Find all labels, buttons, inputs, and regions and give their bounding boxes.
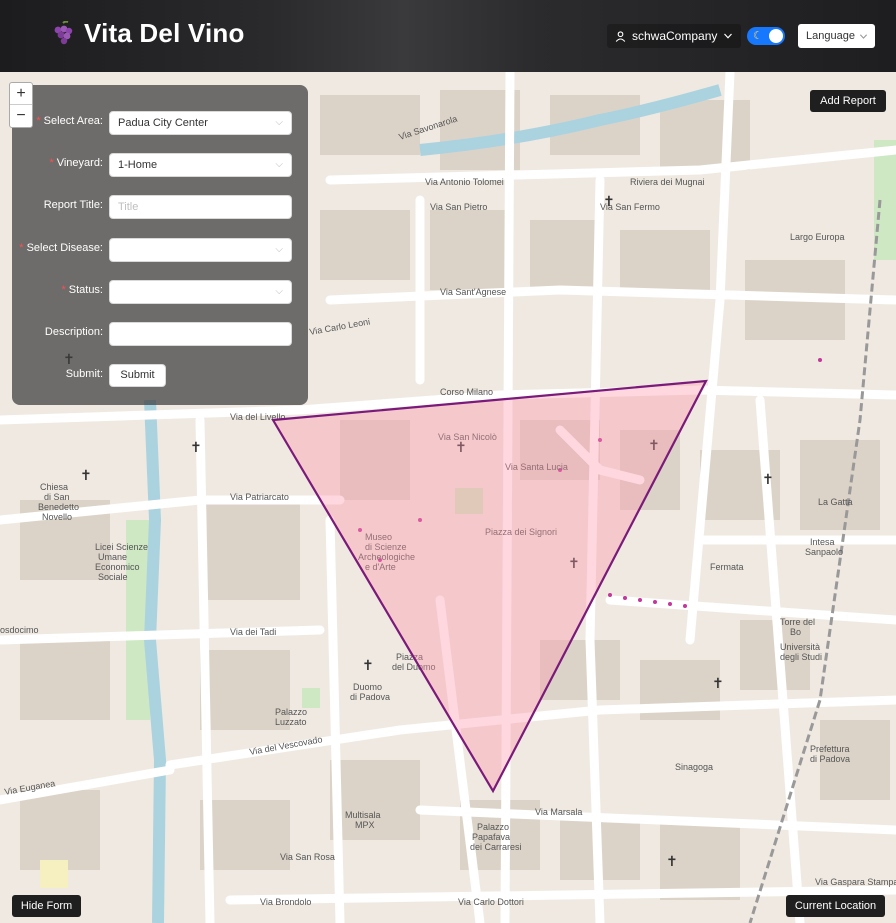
svg-text:Via Gaspara Stampa: Via Gaspara Stampa	[815, 877, 896, 887]
svg-text:La Gatta: La Gatta	[818, 497, 853, 507]
svg-text:✝: ✝	[80, 468, 92, 484]
svg-text:Intesa: Intesa	[810, 537, 835, 547]
language-select[interactable]: Language	[798, 24, 875, 48]
svg-text:Multisala: Multisala	[345, 810, 381, 820]
svg-text:Prefettura: Prefettura	[810, 744, 850, 754]
svg-text:Benedetto: Benedetto	[38, 502, 79, 512]
svg-text:Duomo: Duomo	[353, 682, 382, 692]
svg-text:Via Brondolo: Via Brondolo	[260, 897, 311, 907]
user-menu[interactable]: schwaCompany	[607, 24, 742, 48]
svg-text:Sanpaolo: Sanpaolo	[805, 547, 843, 557]
chevron-down-icon: ⌵	[275, 159, 283, 170]
vineyard-select[interactable]: 1-Home ⌵	[109, 153, 292, 177]
description-label: Description:	[44, 326, 103, 338]
theme-toggle[interactable]: ☾	[747, 27, 785, 45]
grape-icon	[54, 20, 73, 44]
svg-text:✝: ✝	[362, 658, 374, 674]
svg-text:Licei Scienze: Licei Scienze	[95, 542, 148, 552]
svg-text:✝: ✝	[712, 676, 724, 692]
svg-text:Via San Rosa: Via San Rosa	[280, 852, 335, 862]
svg-text:dei Carraresi: dei Carraresi	[470, 842, 522, 852]
report-title-label: Report Title:	[43, 199, 103, 211]
svg-text:di Padova: di Padova	[350, 692, 390, 702]
submit-button[interactable]: Submit	[109, 364, 166, 387]
svg-text:✝: ✝	[603, 194, 615, 210]
svg-text:Via Carlo Dottori: Via Carlo Dottori	[458, 897, 524, 907]
svg-text:Sinagoga: Sinagoga	[675, 762, 713, 772]
status-label: * Status:	[61, 284, 103, 296]
brand: Vita Del Vino	[52, 18, 245, 49]
svg-text:Chiesa: Chiesa	[40, 482, 68, 492]
svg-text:✝: ✝	[762, 472, 774, 488]
hide-form-button[interactable]: Hide Form	[12, 895, 81, 917]
svg-text:Palazzo: Palazzo	[477, 822, 509, 832]
report-form: * Select Area: Padua City Center ⌵ * Vineya…	[12, 85, 308, 405]
svg-text:Largo Europa: Largo Europa	[790, 232, 845, 242]
chevron-down-icon: ⌵	[275, 244, 283, 255]
select-disease-select[interactable]: ⌵	[109, 238, 292, 262]
select-disease-label: * Select Disease:	[19, 242, 103, 254]
select-area-label: * Select Area:	[36, 115, 103, 127]
user-name: schwaCompany	[632, 29, 718, 43]
vineyard-row: * Vineyard: 1-Home ⌵	[12, 153, 308, 177]
description-row: Description:	[12, 322, 308, 346]
svg-text:Papafava: Papafava	[472, 832, 510, 842]
svg-text:degli Studi: degli Studi	[780, 652, 822, 662]
toggle-knob	[769, 29, 783, 43]
language-label: Language	[806, 30, 855, 42]
svg-text:Via San Pietro: Via San Pietro	[430, 202, 487, 212]
app-header: Vita Del Vino schwaCompany ☾ Language	[0, 0, 896, 72]
svg-text:Riviera dei Mugnai: Riviera dei Mugnai	[630, 177, 705, 187]
moon-icon: ☾	[753, 30, 763, 42]
svg-text:Torre del: Torre del	[780, 617, 815, 627]
status-row: * Status: ⌵	[12, 280, 308, 304]
zoom-out-button[interactable]: −	[10, 105, 32, 126]
zoom-control: + −	[9, 82, 33, 128]
svg-text:Via Marsala: Via Marsala	[535, 807, 582, 817]
chevron-down-icon: ⌵	[275, 286, 283, 297]
report-title-row: Report Title: Title	[12, 195, 308, 219]
svg-text:osdocimo: osdocimo	[0, 625, 39, 635]
svg-text:Palazzo: Palazzo	[275, 707, 307, 717]
svg-text:Via dei Tadi: Via dei Tadi	[230, 627, 276, 637]
report-title-input[interactable]: Title	[109, 195, 292, 219]
svg-text:Bo: Bo	[790, 627, 801, 637]
svg-text:Economico: Economico	[95, 562, 140, 572]
svg-text:MPX: MPX	[355, 820, 375, 830]
chevron-down-icon: ⌵	[275, 117, 283, 128]
current-location-button[interactable]: Current Location	[786, 895, 885, 917]
svg-text:✝: ✝	[190, 440, 202, 456]
app-title: Vita Del Vino	[84, 18, 245, 48]
svg-text:Corso Milano: Corso Milano	[440, 387, 493, 397]
chevron-down-icon	[859, 33, 868, 39]
chevron-down-icon	[724, 33, 733, 39]
submit-label: Submit:	[65, 368, 103, 380]
zoom-in-button[interactable]: +	[10, 83, 32, 105]
submit-row: Submit: Submit	[12, 364, 308, 388]
vineyard-label: * Vineyard:	[49, 157, 103, 169]
description-textarea[interactable]	[109, 322, 292, 346]
svg-text:Via Patriarcato: Via Patriarcato	[230, 492, 289, 502]
svg-text:Via Sant'Agnese: Via Sant'Agnese	[440, 287, 506, 297]
svg-text:Novello: Novello	[42, 512, 72, 522]
status-select[interactable]: ⌵	[109, 280, 292, 304]
svg-text:di Padova: di Padova	[810, 754, 850, 764]
select-area-select[interactable]: Padua City Center ⌵	[109, 111, 292, 135]
add-report-button[interactable]: Add Report	[810, 90, 886, 112]
select-disease-row: * Select Disease: ⌵	[12, 238, 308, 262]
svg-text:Via Antonio Tolomei: Via Antonio Tolomei	[425, 177, 504, 187]
svg-text:Luzzato: Luzzato	[275, 717, 307, 727]
select-area-row: * Select Area: Padua City Center ⌵	[12, 111, 308, 135]
svg-text:Sociale: Sociale	[98, 572, 128, 582]
svg-text:di San: di San	[44, 492, 70, 502]
svg-text:✝: ✝	[666, 854, 678, 870]
svg-text:Umane: Umane	[98, 552, 127, 562]
user-icon	[615, 30, 626, 42]
svg-text:Università: Università	[780, 642, 820, 652]
svg-text:Fermata: Fermata	[710, 562, 744, 572]
